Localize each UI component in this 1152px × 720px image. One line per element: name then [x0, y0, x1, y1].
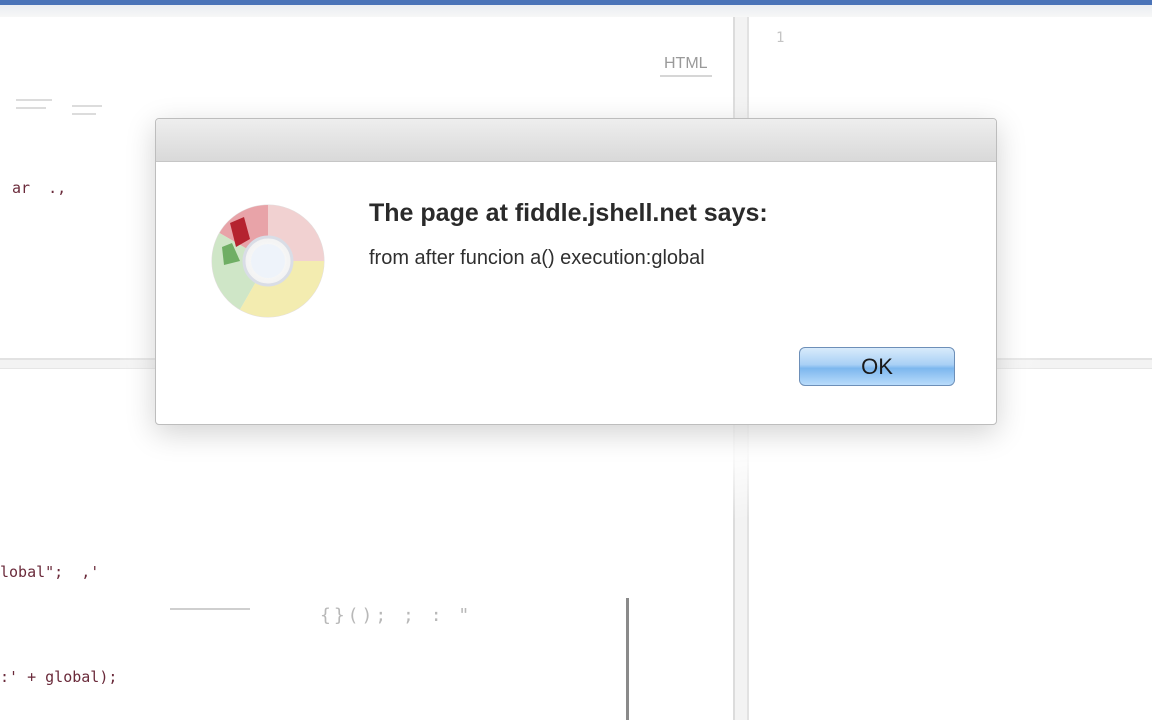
menu-icon — [16, 99, 52, 115]
alert-dialog: The page at fiddle.jshell.net says: from… — [155, 118, 997, 425]
text-cursor — [626, 598, 629, 720]
code-line-global-assign: lobal"; ,' — [0, 563, 100, 581]
faint-code-text: {}(); ; : " — [320, 605, 473, 626]
dialog-message: from after funcion a() execution:global — [369, 247, 705, 269]
code-line-alert-call: :' + global); — [0, 668, 118, 686]
dialog-title: The page at fiddle.jshell.net says: — [369, 199, 768, 227]
ok-button[interactable]: OK — [799, 347, 955, 386]
faint-code-line — [170, 608, 250, 610]
chrome-icon — [211, 204, 325, 318]
browser-toolbar-edge — [0, 5, 1152, 17]
dialog-titlebar[interactable] — [156, 119, 996, 162]
menu-icon-secondary — [72, 105, 102, 121]
css-line-number: 1 — [776, 30, 785, 46]
code-line-var: ar ., — [12, 179, 67, 197]
html-pane-label: HTML — [660, 53, 712, 77]
